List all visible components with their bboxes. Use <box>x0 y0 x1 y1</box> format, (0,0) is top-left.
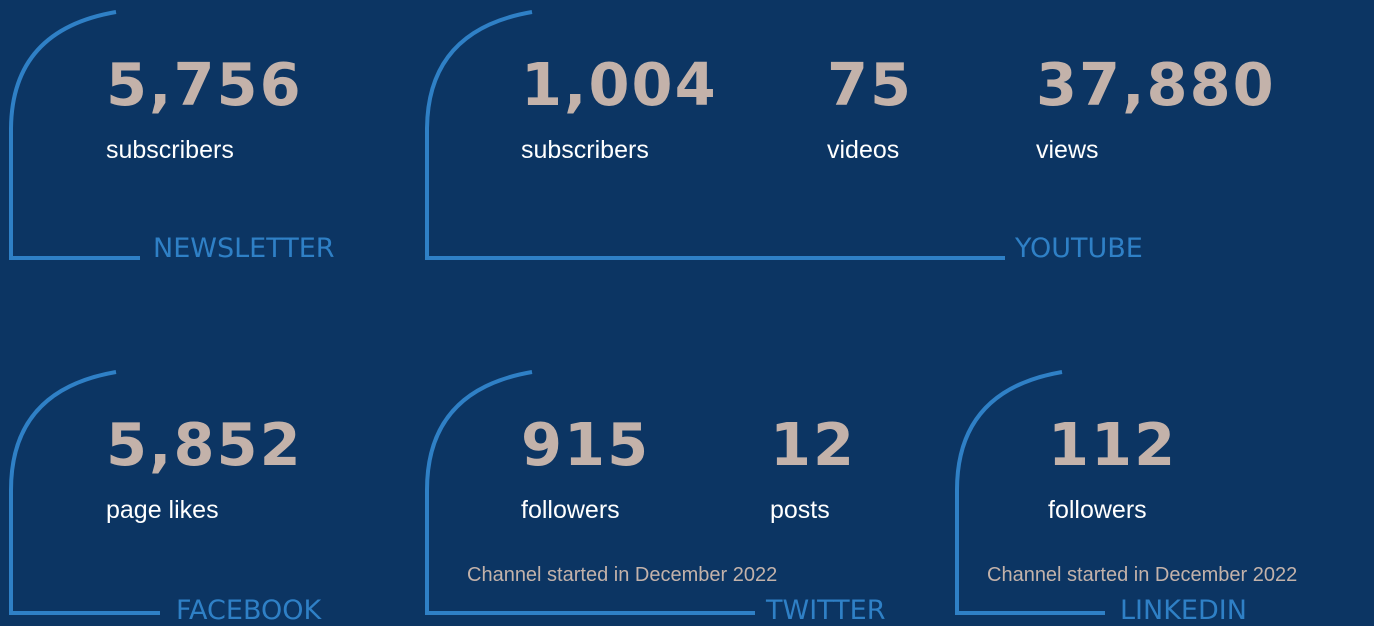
facebook-title: FACEBOOK <box>176 595 322 626</box>
newsletter-title: NEWSLETTER <box>153 233 335 264</box>
youtube-stat-videos: 75 videos <box>827 55 913 163</box>
stat-label: videos <box>827 136 900 164</box>
twitter-card: 915 followers 12 posts Channel started i… <box>420 360 940 625</box>
stat-label: subscribers <box>106 136 234 164</box>
facebook-stat-page-likes: 5,852 page likes <box>106 415 303 523</box>
stat-value: 75 <box>827 50 914 119</box>
linkedin-stat-followers: 112 followers <box>1048 415 1177 523</box>
stat-label: page likes <box>106 496 219 524</box>
linkedin-card: 112 followers Channel started in Decembe… <box>945 360 1374 625</box>
linkedin-title: LINKEDIN <box>1120 595 1247 626</box>
youtube-card: 1,004 subscribers 75 videos 37,880 views… <box>420 0 1274 275</box>
stat-label: views <box>1036 136 1099 164</box>
newsletter-card: 5,756 subscribers NEWSLETTER <box>0 0 400 275</box>
stat-label: subscribers <box>521 136 649 164</box>
twitter-title: TWITTER <box>766 595 886 626</box>
stat-value: 12 <box>770 410 857 479</box>
stat-value: 112 <box>1048 410 1178 479</box>
stat-value: 37,880 <box>1036 50 1276 119</box>
stat-label: followers <box>1048 496 1147 524</box>
newsletter-stat-subscribers: 5,756 subscribers <box>106 55 303 163</box>
youtube-title: YOUTUBE <box>1015 233 1143 264</box>
stat-label: posts <box>770 496 830 524</box>
stat-value: 1,004 <box>521 50 718 119</box>
linkedin-note: Channel started in December 2022 <box>987 564 1298 586</box>
twitter-stat-followers: 915 followers <box>521 415 650 523</box>
stat-value: 915 <box>521 410 651 479</box>
youtube-stat-views: 37,880 views <box>1036 55 1276 163</box>
stat-value: 5,852 <box>106 410 303 479</box>
twitter-stat-posts: 12 posts <box>770 415 856 523</box>
youtube-stat-subscribers: 1,004 subscribers <box>521 55 718 163</box>
stat-label: followers <box>521 496 620 524</box>
stat-value: 5,756 <box>106 50 303 119</box>
facebook-card: 5,852 page likes FACEBOOK <box>0 360 400 625</box>
twitter-note: Channel started in December 2022 <box>467 564 778 586</box>
